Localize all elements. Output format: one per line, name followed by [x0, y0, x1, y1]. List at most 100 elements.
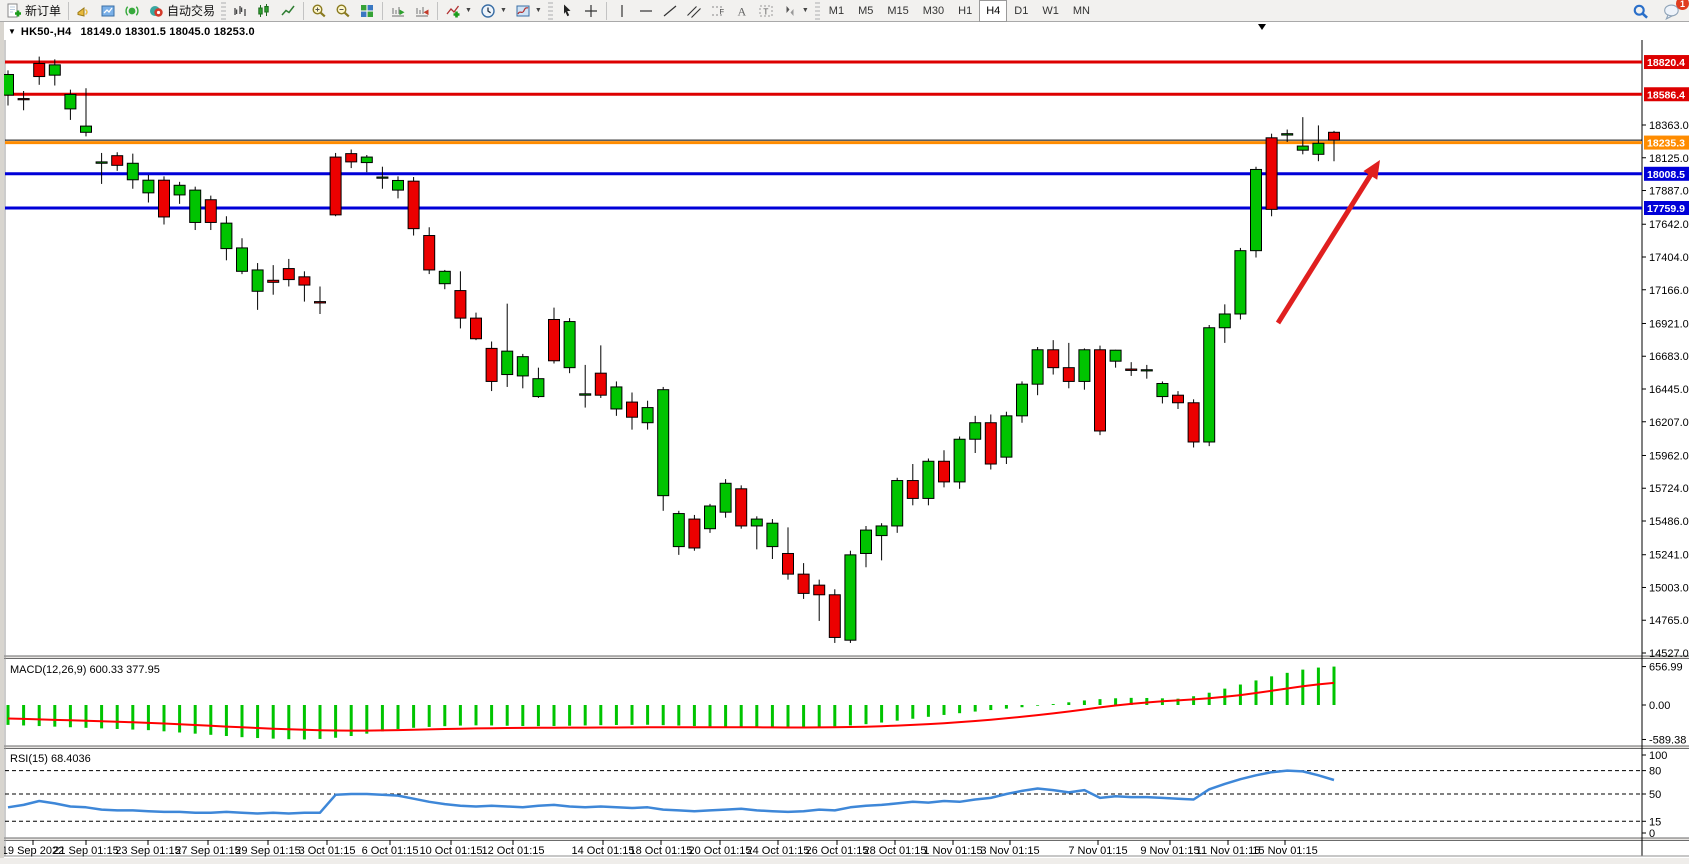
price-tick-label: 15962.0	[1649, 450, 1689, 462]
candle-body	[595, 373, 606, 395]
macd-signal-line	[8, 683, 1334, 731]
svg-text:18235.3: 18235.3	[1647, 138, 1685, 150]
svg-text:18008.5: 18008.5	[1647, 169, 1685, 181]
price-tick-label: 15241.0	[1649, 550, 1689, 562]
candle-body	[1173, 395, 1184, 403]
price-tick-label: 14527.0	[1649, 648, 1689, 660]
candle-body	[673, 514, 684, 547]
candle-body	[424, 236, 435, 270]
candle-body	[18, 99, 29, 100]
price-tick-label: 15724.0	[1649, 483, 1689, 495]
trend-arrow[interactable]	[1278, 174, 1372, 323]
candle-body	[845, 555, 856, 640]
price-line-label: 18235.3	[1644, 136, 1689, 150]
time-tick-label: 21 Sep 01:15	[53, 845, 118, 857]
price-tick-label: 18125.0	[1649, 153, 1689, 165]
rsi-tick-label: 15	[1649, 816, 1661, 828]
candle-body	[689, 519, 700, 548]
time-tick-label: 29 Sep 01:15	[235, 845, 300, 857]
price-tick-label: 17887.0	[1649, 186, 1689, 198]
candle-body	[1048, 350, 1059, 368]
time-tick-label: 9 Nov 01:15	[1140, 845, 1199, 857]
candle-body	[455, 291, 466, 319]
candle-body	[892, 481, 903, 526]
candle-body	[1095, 350, 1106, 431]
price-line-label: 18820.4	[1644, 55, 1689, 69]
time-tick-label: 6 Oct 01:15	[362, 845, 419, 857]
candle-body	[705, 506, 716, 529]
price-tick-label: 16445.0	[1649, 384, 1689, 396]
candle-body	[346, 154, 357, 162]
candle-body	[1157, 383, 1168, 396]
candle-body	[1188, 403, 1199, 442]
candle-body	[299, 277, 310, 285]
candle-body	[517, 357, 528, 376]
candle-body	[283, 269, 294, 280]
candle-body	[580, 394, 591, 395]
rsi-tick-label: 0	[1649, 828, 1655, 840]
time-tick-label: 12 Oct 01:15	[482, 845, 545, 857]
candle-body	[486, 348, 497, 381]
candle-body	[502, 351, 513, 374]
candle-body	[751, 519, 762, 526]
candle-body	[1313, 143, 1324, 154]
candle-body	[1017, 384, 1028, 416]
candle-body	[112, 156, 123, 166]
svg-text:18820.4: 18820.4	[1647, 57, 1685, 69]
candle-body	[814, 585, 825, 595]
window-left-border	[0, 22, 4, 864]
candle-body	[1141, 370, 1152, 371]
candle-body	[471, 318, 482, 339]
time-tick-label: 15 Nov 01:15	[1252, 845, 1317, 857]
price-line-label: 17759.9	[1644, 201, 1689, 215]
mt4-terminal: 新订单自动交易▼▼▼FAT▼M1M5M15M30H1H4D1W1MN1 ▼ HK…	[0, 0, 1689, 864]
candle-body	[829, 595, 840, 638]
candle-body	[96, 162, 107, 163]
price-tick-label: 14765.0	[1649, 615, 1689, 627]
candle-body	[330, 157, 341, 215]
candle-body	[549, 319, 560, 360]
rsi-tick-label: 50	[1649, 789, 1661, 801]
candle-body	[315, 302, 326, 303]
time-tick-label: 18 Oct 01:15	[630, 845, 693, 857]
candle-body	[954, 439, 965, 482]
macd-tick-label: 0.00	[1649, 700, 1670, 712]
price-line-label: 18586.4	[1644, 87, 1689, 101]
candle-body	[1204, 328, 1215, 442]
candle-body	[1063, 368, 1074, 382]
candle-body	[564, 322, 575, 368]
time-tick-label: 27 Sep 01:15	[175, 845, 240, 857]
candle-body	[1079, 350, 1090, 382]
time-tick-label: 23 Sep 01:15	[115, 845, 180, 857]
candle-body	[1001, 416, 1012, 457]
macd-tick-label: 656.99	[1649, 662, 1683, 674]
rsi-tick-label: 80	[1649, 766, 1661, 778]
candle-body	[174, 185, 185, 195]
candle-body	[268, 280, 279, 282]
candle-body	[34, 63, 45, 76]
candlestick-chart[interactable]: 18363.018125.017887.017642.017404.017166…	[0, 0, 1689, 864]
price-tick-label: 16683.0	[1649, 351, 1689, 363]
macd-label: MACD(12,26,9) 600.33 377.95	[10, 664, 160, 676]
time-tick-label: 14 Oct 01:15	[572, 845, 635, 857]
candle-body	[658, 390, 669, 496]
candle-body	[798, 574, 809, 593]
candle-body	[237, 248, 248, 271]
candle-body	[408, 181, 419, 228]
rsi-panel: 1008050150RSI(15) 68.4036	[5, 750, 1667, 840]
candle-body	[642, 408, 653, 423]
time-tick-label: 10 Oct 01:15	[420, 845, 483, 857]
candle-body	[1266, 138, 1277, 210]
candle-body	[923, 461, 934, 498]
price-tick-label: 17642.0	[1649, 219, 1689, 231]
candle-body	[1297, 146, 1308, 150]
price-line-label: 18008.5	[1644, 167, 1689, 181]
candle-body	[1126, 369, 1137, 370]
chart-shift-marker[interactable]	[1258, 24, 1266, 30]
candle-body	[720, 483, 731, 512]
time-tick-label: 7 Nov 01:15	[1068, 845, 1127, 857]
candle-body	[533, 379, 544, 397]
macd-tick-label: -589.38	[1649, 734, 1686, 746]
candles	[3, 57, 1340, 643]
candle-body	[143, 180, 154, 193]
